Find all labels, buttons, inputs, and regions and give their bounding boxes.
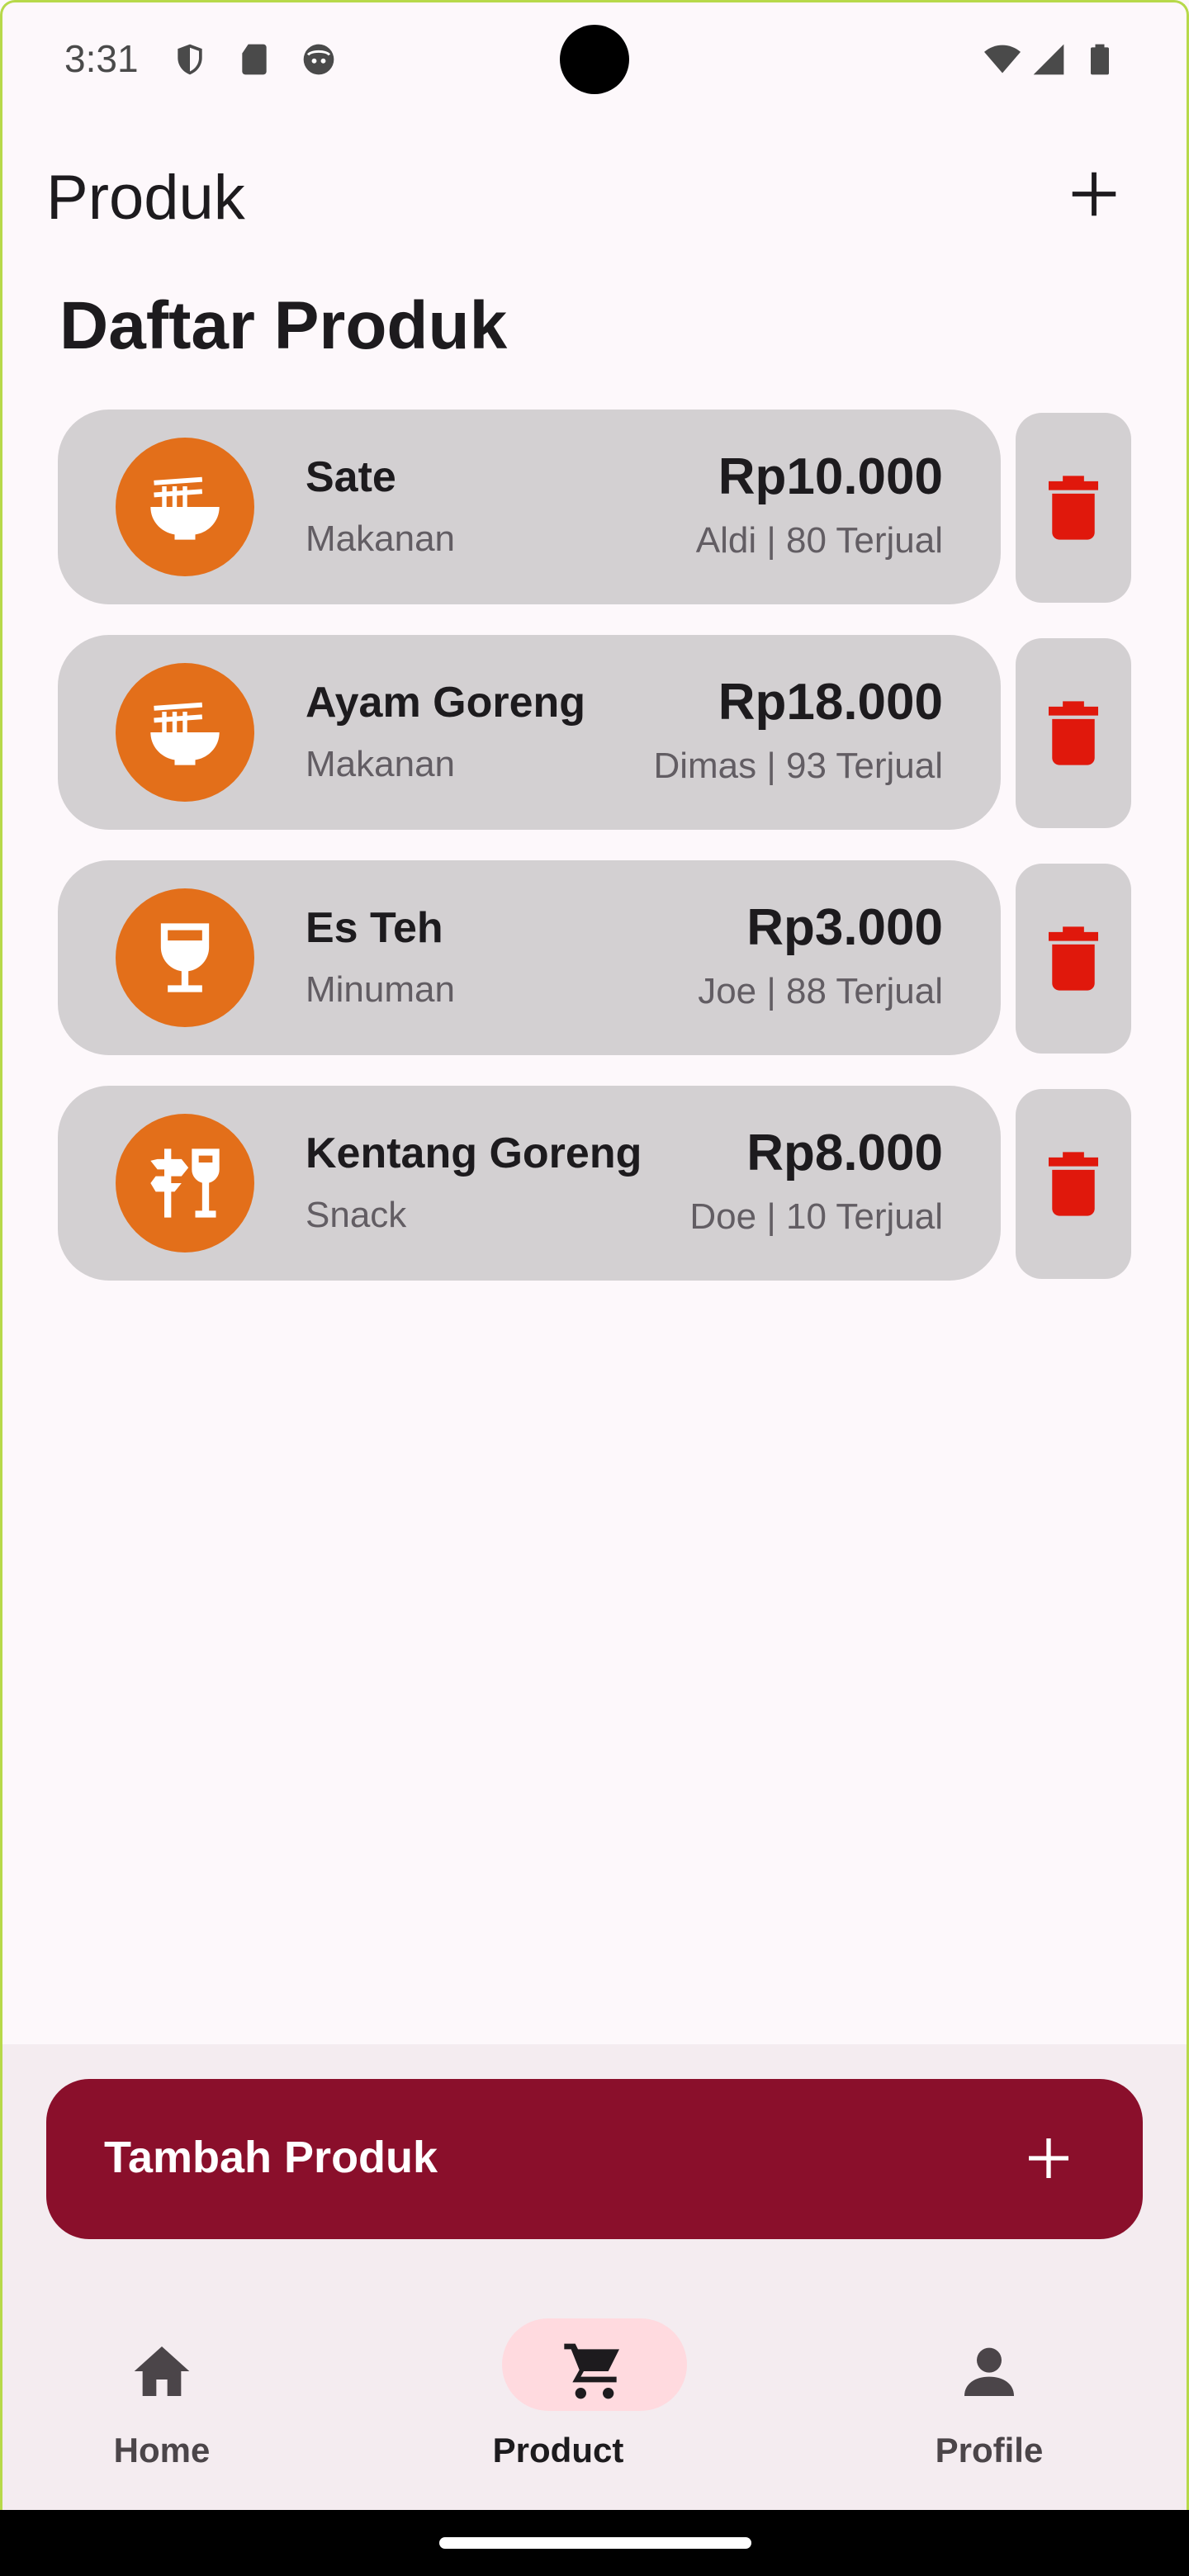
wifi-icon — [984, 45, 1021, 73]
product-name: Kentang Goreng — [306, 1129, 642, 1177]
wine-glass-icon — [160, 923, 210, 992]
app-bar-title: Produk — [46, 163, 245, 233]
product-card[interactable]: Kentang Goreng Snack Rp8.000 Doe | 10 Te… — [58, 1086, 1001, 1281]
camera-cutout — [560, 25, 629, 94]
section-title: Daftar Produk — [59, 288, 508, 363]
product-category: Snack — [306, 1195, 407, 1235]
cart-icon — [564, 2343, 619, 2399]
nav-product[interactable]: Product — [434, 2318, 687, 2484]
product-category: Makanan — [306, 744, 456, 784]
product-category: Makanan — [306, 519, 456, 559]
trash-icon — [1049, 926, 1098, 991]
shield-icon — [178, 44, 202, 75]
product-price: Rp3.000 — [746, 899, 943, 956]
delete-button[interactable] — [1016, 413, 1131, 603]
person-icon — [964, 2347, 1014, 2396]
nav-home[interactable]: Home — [38, 2318, 286, 2484]
product-price: Rp8.000 — [746, 1125, 943, 1181]
product-seller-sold: Dimas | 93 Terjual — [653, 746, 943, 786]
nav-label: Home — [113, 2431, 211, 2469]
add-product-label: Tambah Produk — [104, 2133, 438, 2182]
sd-card-icon — [242, 44, 267, 75]
product-card[interactable]: Es Teh Minuman Rp3.000 Joe | 88 Terjual — [58, 860, 1001, 1055]
product-avatar — [116, 888, 254, 1027]
home-indicator[interactable] — [439, 2537, 751, 2549]
noodle-bowl-icon — [150, 476, 220, 540]
product-seller-sold: Joe | 88 Terjual — [698, 971, 943, 1011]
product-name: Ayam Goreng — [306, 679, 586, 727]
add-icon — [1029, 2138, 1068, 2178]
nav-label: Profile — [935, 2431, 1044, 2469]
product-price: Rp18.000 — [718, 674, 943, 731]
add-product-button[interactable]: Tambah Produk — [46, 2079, 1143, 2239]
product-avatar — [116, 663, 254, 802]
trash-icon — [1049, 701, 1098, 765]
product-seller-sold: Aldi | 80 Terjual — [695, 520, 943, 561]
status-bar: 3:31 — [0, 0, 1189, 124]
nav-label: Product — [492, 2431, 624, 2469]
product-avatar — [116, 438, 254, 576]
product-seller-sold: Doe | 10 Terjual — [689, 1196, 943, 1237]
nav-profile[interactable]: Profile — [865, 2318, 1113, 2484]
product-price: Rp10.000 — [718, 448, 943, 505]
delete-button[interactable] — [1016, 638, 1131, 828]
trash-icon — [1049, 476, 1098, 540]
noodle-bowl-icon — [150, 702, 220, 765]
product-card[interactable]: Sate Makanan Rp10.000 Aldi | 80 Terjual — [58, 410, 1001, 604]
product-name: Es Teh — [306, 904, 443, 952]
face-icon — [303, 44, 334, 75]
food-sign-icon — [150, 1148, 220, 1218]
battery-icon — [1091, 44, 1109, 75]
trash-icon — [1049, 1152, 1098, 1216]
home-icon — [134, 2346, 190, 2396]
product-name: Sate — [306, 453, 396, 501]
add-icon[interactable] — [1065, 165, 1123, 223]
product-category: Minuman — [306, 969, 455, 1010]
delete-button[interactable] — [1016, 1089, 1131, 1279]
product-card[interactable]: Ayam Goreng Makanan Rp18.000 Dimas | 93 … — [58, 635, 1001, 830]
delete-button[interactable] — [1016, 864, 1131, 1054]
product-avatar — [116, 1114, 254, 1252]
status-time: 3:31 — [64, 37, 139, 80]
signal-icon — [1033, 44, 1064, 75]
